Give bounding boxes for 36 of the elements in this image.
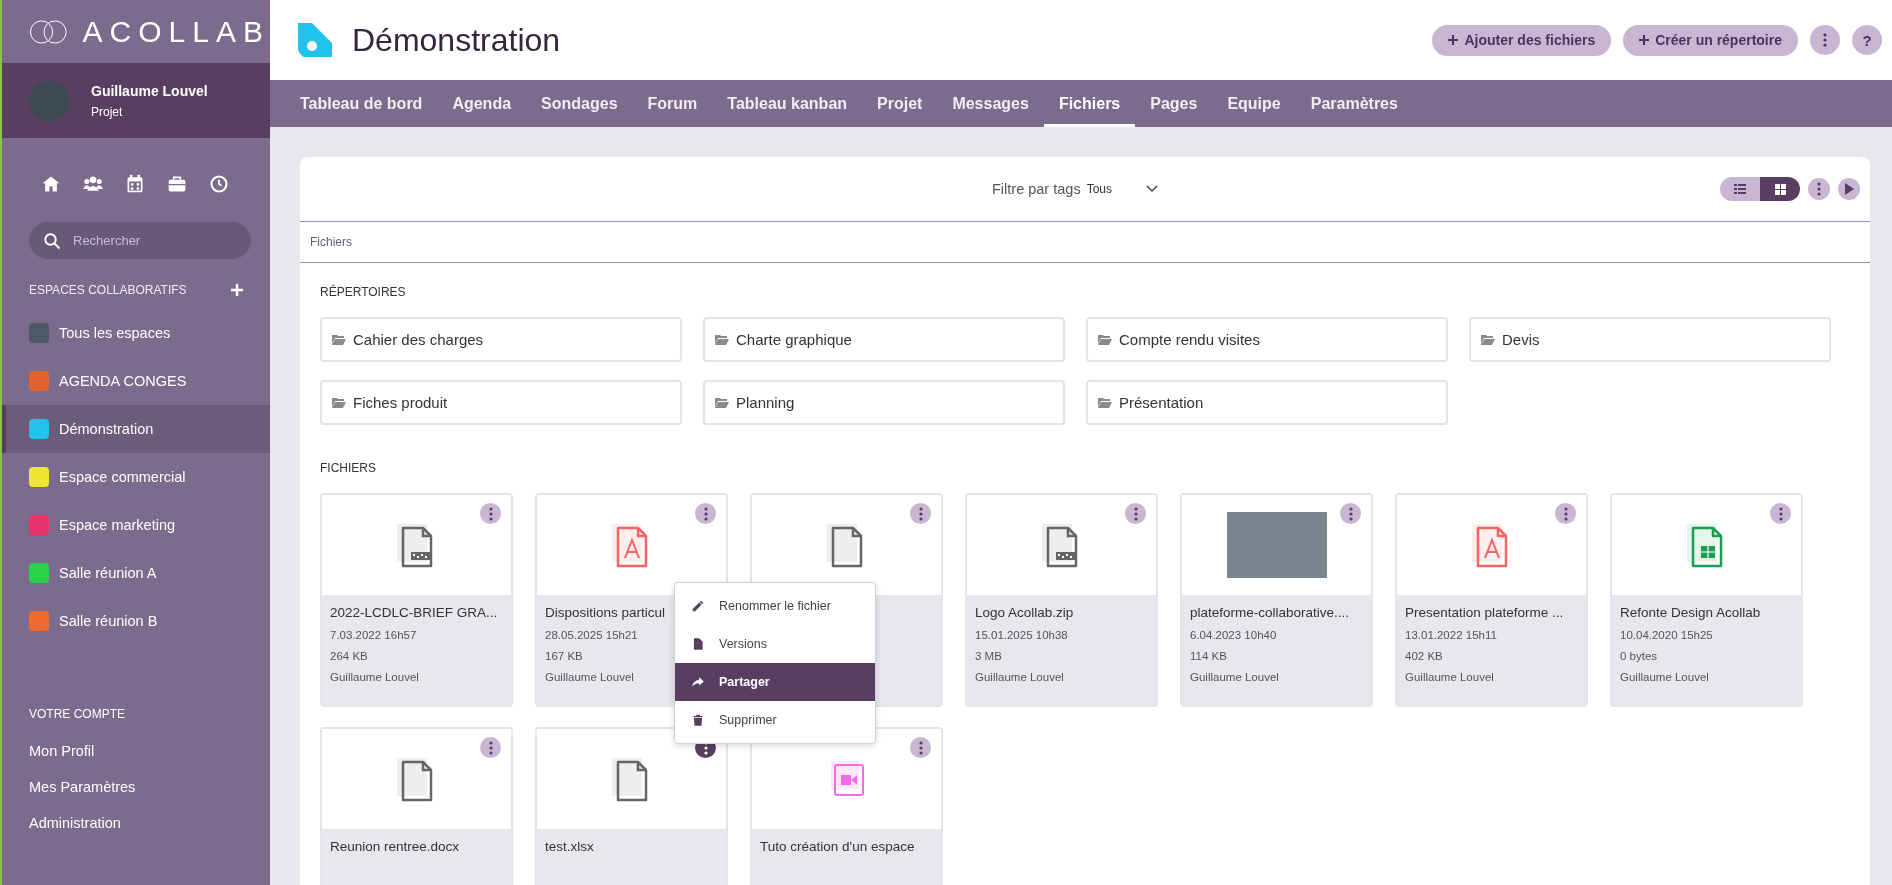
filter-label: Filtre par tags: [992, 181, 1081, 197]
file-size: 3 MB: [975, 650, 1002, 662]
user-name: Guillaume Louvel: [91, 82, 208, 99]
page-title: Démonstration: [352, 21, 562, 59]
user-role: Projet: [91, 104, 124, 119]
file-owner: Guillaume Louvel: [545, 671, 634, 683]
file-owner: Guillaume Louvel: [1405, 671, 1494, 683]
file-date: 15.01.2025 10h38: [975, 629, 1068, 641]
file-name: Dispositions particul: [545, 605, 666, 620]
logo-text: ACOLLAB: [82, 14, 270, 49]
file-owner: Guillaume Louvel: [975, 671, 1064, 683]
file-owner: Guillaume Louvel: [330, 671, 419, 683]
file-size: 264 KB: [330, 650, 368, 662]
file-owner: Guillaume Louvel: [1620, 671, 1709, 683]
file-date: 13.01.2022 15h11: [1405, 629, 1497, 641]
file-name: Refonte Design Acollab: [1620, 605, 1761, 620]
file-name: Presentation plateforme ...: [1405, 605, 1564, 620]
file-date: 6.04.2023 10h40: [1190, 629, 1277, 641]
section-heading: ESPACES COLLABORATIFS: [29, 283, 187, 297]
file-name: Logo Acollab.zip: [975, 605, 1074, 620]
file-date: 7.03.2022 16h57: [330, 629, 417, 641]
file-name: plateforme-collaborative....: [1190, 605, 1350, 620]
file-date: 28.05.2025 15h21: [545, 629, 638, 641]
section-heading: VOTRE COMPTE: [28, 706, 126, 723]
file-owner: Guillaume Louvel: [1190, 671, 1279, 683]
file-size: 114 KB: [1190, 650, 1227, 662]
file-size: 167 KB: [545, 650, 583, 662]
file-size: 402 KB: [1405, 650, 1443, 662]
file-name: test.xlsx: [545, 839, 594, 854]
file-name: Tuto création d'un espace: [760, 839, 915, 854]
file-date: 10.04.2020 15h25: [1620, 629, 1713, 641]
section-heading: FICHIERS: [320, 461, 377, 475]
file-name: Reunion rentree.docx: [330, 839, 460, 854]
file-name: 2022-LCDLC-BRIEF GRA...: [330, 605, 498, 620]
file-size: 0 bytes: [1620, 650, 1658, 662]
section-heading: RÉPERTOIRES: [320, 285, 407, 299]
